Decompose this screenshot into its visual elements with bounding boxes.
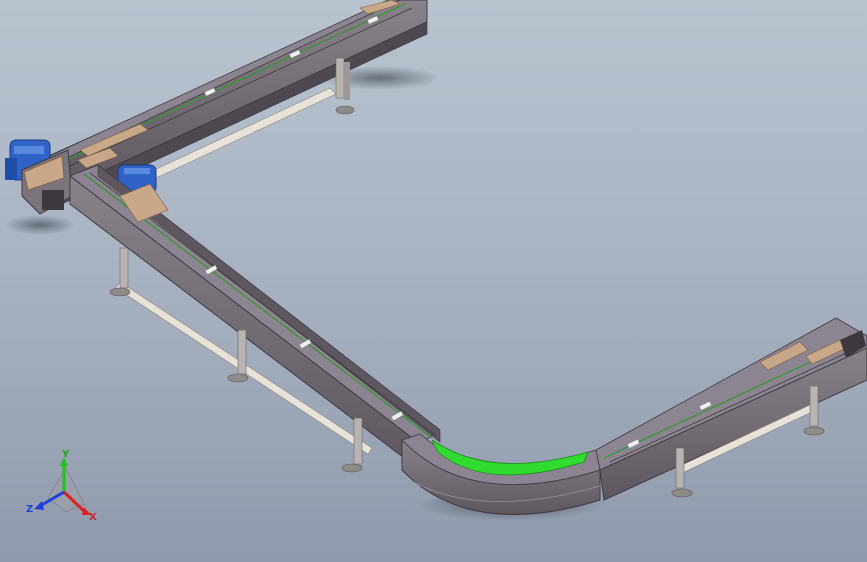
floor-shadows xyxy=(5,66,605,521)
y-axis-label: Y xyxy=(61,449,70,460)
conveyor-assembly-model[interactable]: Y X Z xyxy=(0,0,867,562)
cad-viewport[interactable]: Y X Z xyxy=(0,0,867,562)
right-conveyor-section[interactable] xyxy=(595,317,867,501)
main-leg-3 xyxy=(341,417,363,473)
axis-triad[interactable]: Y X Z xyxy=(26,449,97,523)
x-axis-label: X xyxy=(89,512,97,523)
z-axis-label: Z xyxy=(26,504,33,515)
main-conveyor-section[interactable] xyxy=(69,147,441,473)
